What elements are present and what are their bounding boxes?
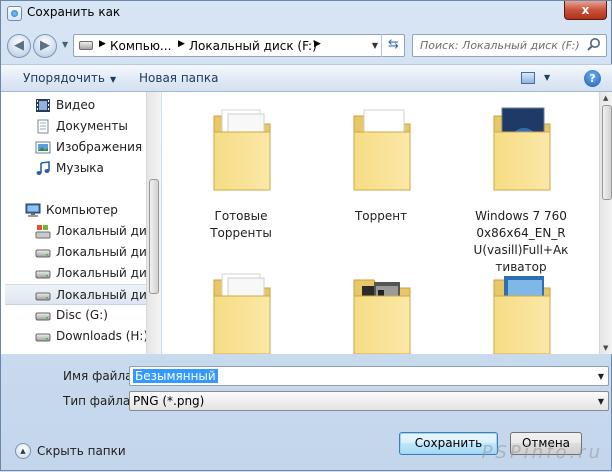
file-view: Готовые Торренты Торрент Windows 7 7600x86… [162, 92, 599, 354]
filename-field[interactable]: Безымянный ▼ [129, 366, 609, 386]
sidebar-item[interactable]: Downloads (H:) [1, 326, 146, 347]
sidebar-item-label: Видео [56, 98, 96, 112]
search-input[interactable] [413, 35, 583, 56]
sidebar-item-label: Локальный диск [56, 224, 146, 238]
music-icon [35, 161, 51, 176]
watermark: PSPinfo.ru [481, 442, 603, 463]
folder-blue-image-icon [488, 266, 556, 354]
chevron-down-icon[interactable]: ▼ [598, 372, 604, 381]
drive-icon [35, 308, 51, 323]
hide-folders-label: Скрыть папки [37, 444, 126, 458]
sidebar-item-label: Документы [56, 119, 128, 133]
video-icon [35, 98, 51, 113]
folder-documents-icon [208, 266, 276, 354]
sidebar-item[interactable]: Видео [1, 95, 146, 116]
folder-images-icon [348, 266, 416, 354]
scroll-down-icon[interactable]: ▼ [603, 344, 608, 352]
documents-icon [35, 119, 51, 134]
sidebar-item[interactable]: Локальный диск [1, 221, 146, 242]
search-box[interactable] [412, 34, 607, 57]
scrollbar-thumb[interactable] [602, 105, 612, 200]
navigation-pane: Видео Документы Изображения Музыка Компьютер… [1, 92, 146, 354]
system-drive-icon [35, 224, 51, 239]
view-options-dropdown-icon[interactable]: ▼ [544, 73, 550, 82]
sidebar-item[interactable]: Локальный диск [1, 263, 146, 284]
save-as-dialog: Сохранить как x ◀ ▶ ▼ ▶ Компью... ▶ Лока… [0, 0, 612, 471]
folder-windows-icon [488, 102, 556, 192]
breadcrumb-separator-icon[interactable]: ▶ [314, 39, 321, 49]
drive-icon [79, 41, 93, 50]
sidebar-item-label: Downloads (H:) [56, 329, 146, 343]
toolbar: Упорядочить ▼ Новая папка ▼ ? [1, 64, 612, 92]
sidebar-item[interactable]: Disc (G:) [1, 305, 146, 326]
folder-name: Торрент [354, 209, 408, 223]
scrollbar-thumb[interactable] [149, 179, 159, 294]
folder-documents-icon [208, 102, 276, 192]
drive-icon [35, 245, 51, 260]
back-arrow-icon: ◀ [14, 38, 24, 53]
new-folder-button[interactable]: Новая папка [139, 71, 218, 85]
recent-locations-dropdown-icon[interactable]: ▼ [62, 40, 68, 49]
breadcrumb-separator-icon[interactable]: ▶ [99, 39, 106, 49]
app-icon [7, 6, 22, 21]
address-row: ◀ ▶ ▼ ▶ Компью... ▶ Локальный диск (F:) … [1, 28, 612, 64]
refresh-icon: ⇆ [388, 37, 399, 52]
window-title: Сохранить как [27, 5, 121, 19]
drive-icon [35, 266, 51, 281]
pictures-icon [35, 140, 51, 155]
filetype-select[interactable]: PNG (*.png) ▼ [129, 391, 609, 411]
chevron-up-icon: ▲ [15, 443, 31, 459]
sidebar-item-label: Локальный диск [56, 245, 146, 259]
forward-arrow-icon: ▶ [40, 38, 50, 53]
sidebar-item-label: Компьютер [46, 203, 118, 217]
drive-icon [35, 288, 51, 303]
organize-label: Упорядочить [23, 71, 105, 85]
title-bar: Сохранить как x [1, 1, 612, 27]
sidebar-item[interactable]: Компьютер [1, 200, 146, 221]
folder-torrent-icon [348, 102, 416, 192]
sidebar-item-label: Локальный диск [56, 266, 146, 280]
navigation-pane-scrollbar[interactable] [146, 92, 161, 354]
search-icon[interactable] [586, 37, 602, 53]
chevron-down-icon[interactable]: ▼ [598, 397, 604, 406]
address-bar[interactable]: ▶ Компью... ▶ Локальный диск (F:) ▶ ▼ [73, 34, 405, 57]
filetype-value: PNG (*.png) [133, 394, 205, 408]
sidebar-item[interactable]: Локальный диск [1, 242, 146, 263]
file-view-scrollbar[interactable]: ▲ ▼ [599, 92, 612, 354]
address-dropdown-icon[interactable]: ▼ [372, 41, 378, 50]
close-button[interactable]: x [564, 1, 607, 20]
help-icon[interactable]: ? [584, 70, 601, 87]
organize-menu[interactable]: Упорядочить ▼ [23, 71, 116, 85]
breadcrumb-drive-f[interactable]: Локальный диск (F:) [189, 39, 317, 53]
sidebar-item-label: Музыка [56, 161, 104, 175]
change-view-icon[interactable] [521, 72, 535, 84]
back-button[interactable]: ◀ [7, 34, 31, 58]
chevron-down-icon: ▼ [109, 75, 117, 84]
sidebar-item[interactable]: Музыка [1, 158, 146, 179]
sidebar-item[interactable]: Локальный диск [5, 284, 146, 305]
breadcrumb-separator-icon[interactable]: ▶ [178, 39, 185, 49]
filetype-label: Тип файла: [63, 394, 135, 408]
drive-icon [35, 329, 51, 344]
filename-value[interactable]: Безымянный [133, 369, 218, 383]
filename-label: Имя файла: [63, 369, 137, 383]
sidebar-item-label: Изображения [56, 140, 143, 154]
refresh-button[interactable]: ⇆ [381, 34, 405, 57]
sidebar-item[interactable]: Изображения [1, 137, 146, 158]
scroll-up-icon[interactable]: ▲ [603, 94, 608, 102]
breadcrumb-computer[interactable]: Компью... [110, 39, 171, 53]
folder-name: Готовые Торренты [210, 209, 272, 240]
computer-icon [25, 203, 41, 218]
save-fields: Имя файла: Безымянный ▼ Тип файла: PNG (… [1, 354, 612, 424]
sidebar-item-label: Локальный диск [56, 288, 146, 302]
dialog-footer: ▲ Скрыть папки Сохранить Отмена PSPinfo.… [1, 424, 612, 472]
forward-button[interactable]: ▶ [33, 34, 57, 58]
sidebar-item-label: Disc (G:) [56, 308, 108, 322]
sidebar-item[interactable]: Документы [1, 116, 146, 137]
